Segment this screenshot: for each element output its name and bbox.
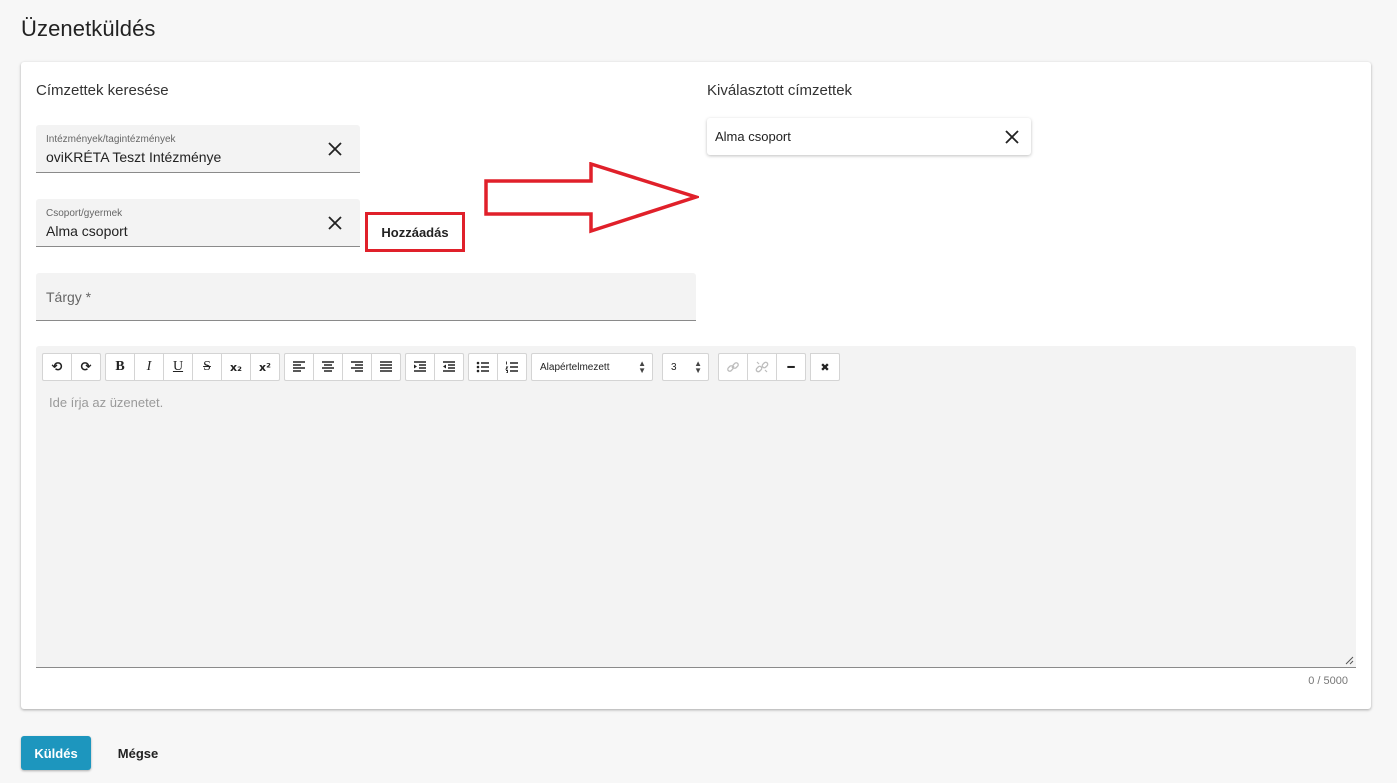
selected-recipients-title: Kiválasztott címzettek — [707, 82, 853, 99]
outdent-icon — [443, 361, 455, 372]
italic-button[interactable]: I — [134, 353, 164, 381]
group-clear-icon[interactable] — [326, 214, 344, 232]
group-select[interactable]: Csoport/gyermek Alma csoport — [36, 199, 360, 247]
institution-select[interactable]: Intézmények/tagintézmények oviKRÉTA Tesz… — [36, 125, 360, 173]
message-card: Címzettek keresése Intézmények/tagintézm… — [21, 62, 1371, 709]
undo-button[interactable]: ⟲ — [42, 353, 72, 381]
numbered-list-button[interactable] — [497, 353, 527, 381]
institution-clear-icon[interactable] — [326, 140, 344, 158]
strikethrough-button[interactable]: S — [192, 353, 222, 381]
add-recipient-button[interactable]: Hozzáadás — [365, 212, 465, 252]
editor-placeholder: Ide írja az üzenetet. — [49, 395, 164, 410]
align-right-button[interactable] — [342, 353, 372, 381]
selected-recipient-label: Alma csoport — [715, 129, 791, 144]
align-left-button[interactable] — [284, 353, 314, 381]
group-value: Alma csoport — [46, 223, 128, 239]
resize-handle-icon[interactable] — [1345, 656, 1354, 665]
bullet-list-icon — [476, 361, 489, 373]
select-arrows-icon: ▲ ▼ — [694, 359, 702, 375]
superscript-button[interactable]: x² — [250, 353, 280, 381]
recipient-search-title: Címzettek keresése — [36, 82, 169, 99]
align-justify-icon — [380, 361, 392, 372]
redo-button[interactable]: ⟳ — [71, 353, 101, 381]
align-right-icon — [351, 361, 363, 372]
subject-field[interactable]: Tárgy * — [36, 273, 696, 321]
institution-label: Intézmények/tagintézmények — [46, 134, 176, 145]
underline-button[interactable]: U — [163, 353, 193, 381]
institution-value: oviKRÉTA Teszt Intézménye — [46, 149, 222, 165]
group-label: Csoport/gyermek — [46, 208, 123, 219]
send-button[interactable]: Küldés — [21, 736, 91, 770]
clear-format-button[interactable]: ✖ — [810, 353, 840, 381]
font-family-value: Alapértelmezett — [540, 361, 610, 373]
horizontal-rule-button[interactable]: ━ — [776, 353, 806, 381]
editor-toolbar: ⟲ ⟳ B I U S x₂ x² Alapértelmezett ▲ ▼ 3 … — [42, 353, 844, 381]
indent-button[interactable] — [405, 353, 435, 381]
subject-placeholder: Tárgy * — [46, 289, 92, 305]
selected-recipient-chip: Alma csoport — [707, 118, 1031, 155]
align-center-icon — [322, 361, 334, 372]
unlink-button[interactable] — [747, 353, 777, 381]
numbered-list-icon — [505, 361, 518, 373]
bold-button[interactable]: B — [105, 353, 135, 381]
align-center-button[interactable] — [313, 353, 343, 381]
subscript-button[interactable]: x₂ — [221, 353, 251, 381]
indent-icon — [414, 361, 426, 372]
align-justify-button[interactable] — [371, 353, 401, 381]
remove-recipient-icon[interactable] — [1003, 128, 1021, 146]
outdent-button[interactable] — [434, 353, 464, 381]
annotation-arrow-icon — [484, 162, 699, 234]
cancel-button[interactable]: Mégse — [103, 736, 173, 770]
font-size-value: 3 — [671, 361, 677, 373]
link-icon — [727, 362, 739, 372]
unlink-icon — [755, 361, 769, 373]
font-size-select[interactable]: 3 ▲ ▼ — [662, 353, 709, 381]
link-button[interactable] — [718, 353, 748, 381]
message-editor[interactable]: ⟲ ⟳ B I U S x₂ x² Alapértelmezett ▲ ▼ 3 … — [36, 346, 1356, 668]
page-title: Üzenetküldés — [21, 16, 156, 41]
font-family-select[interactable]: Alapértelmezett ▲ ▼ — [531, 353, 653, 381]
select-arrows-icon: ▲ ▼ — [638, 359, 646, 375]
character-counter: 0 / 5000 — [1308, 675, 1348, 687]
bullet-list-button[interactable] — [468, 353, 498, 381]
align-left-icon — [293, 361, 305, 372]
